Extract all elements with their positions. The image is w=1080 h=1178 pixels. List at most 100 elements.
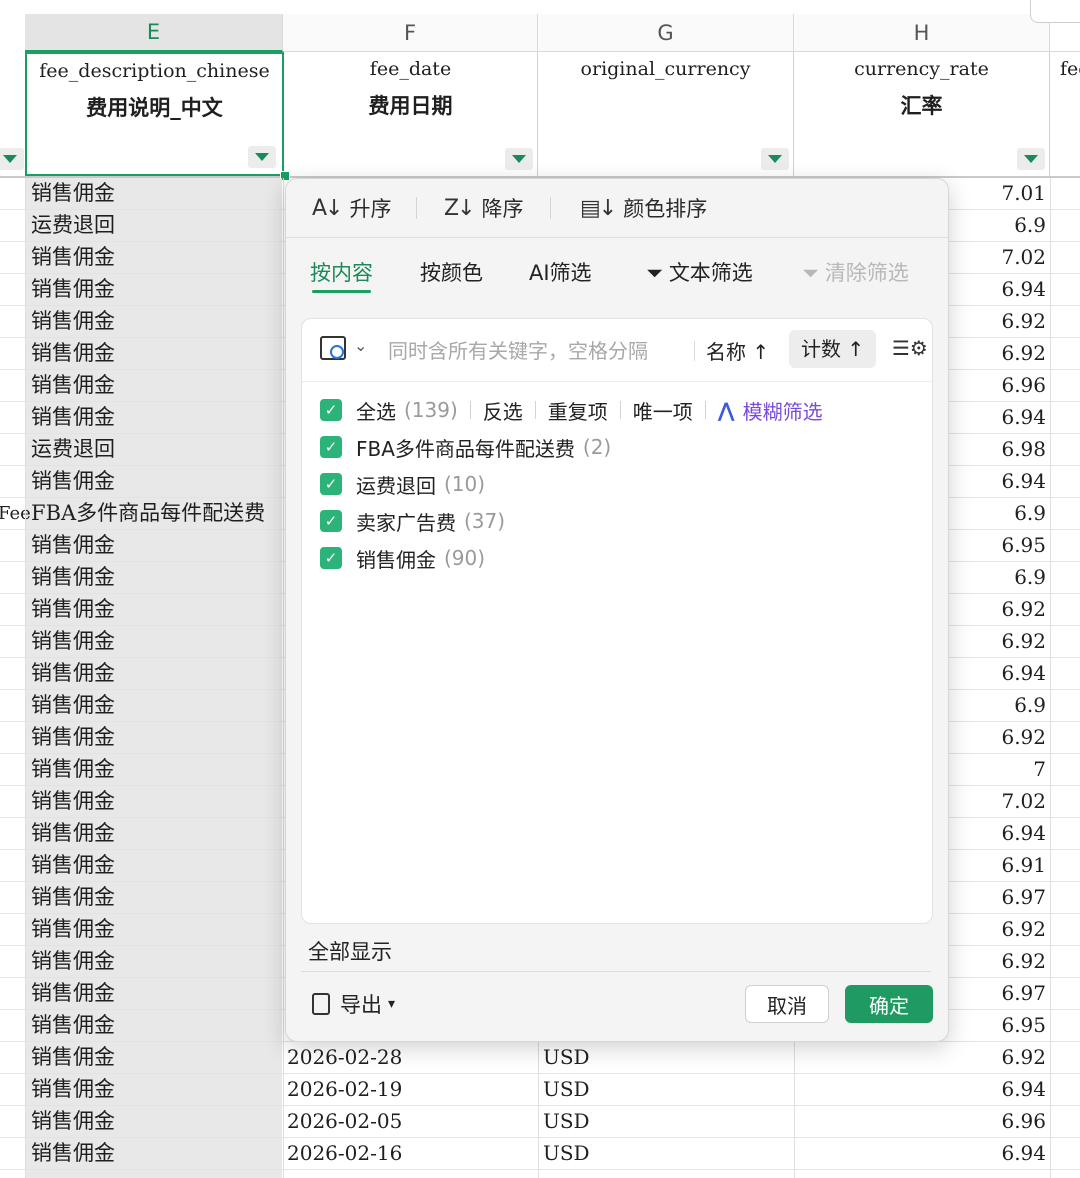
chevron-down-icon[interactable]: ⌄: [354, 336, 367, 355]
cell-fee-description[interactable]: 销售佣金: [31, 914, 115, 945]
filter-dropdown-button[interactable]: [761, 148, 789, 170]
cell-fee-date[interactable]: 2026-02-19: [287, 1074, 402, 1105]
sort-by-name-button[interactable]: 名称 ↑: [706, 336, 769, 365]
fuzzy-filter-button[interactable]: 模糊筛选: [743, 396, 823, 425]
cell-fee-description[interactable]: 销售佣金: [31, 178, 115, 209]
cell-currency-rate[interactable]: 6.96: [1001, 1106, 1046, 1137]
column-header-h[interactable]: H: [794, 14, 1050, 52]
filter-dropdown-button[interactable]: [0, 148, 24, 170]
header-cell-g[interactable]: original_currency: [538, 52, 794, 176]
cell-fee-description[interactable]: 销售佣金: [31, 466, 115, 497]
cell-currency-rate[interactable]: 6.92: [1001, 594, 1046, 625]
cell-fee-description[interactable]: FBA多件商品每件配送费: [31, 498, 265, 529]
filter-item-checkbox[interactable]: ✓: [320, 473, 342, 495]
cell-fee-description[interactable]: 销售佣金: [31, 370, 115, 401]
cell-currency-rate[interactable]: 6.94: [1001, 818, 1046, 849]
header-cell-e[interactable]: fee_description_chinese 费用说明_中文: [25, 52, 284, 176]
cell-currency-rate[interactable]: 7.02: [1001, 242, 1046, 273]
cell-currency-rate[interactable]: 6.92: [1001, 338, 1046, 369]
cell-fee-description[interactable]: 销售佣金: [31, 690, 115, 721]
header-cell-d[interactable]: [0, 52, 25, 176]
tab-clear-filter[interactable]: ⏷ 清除筛选: [802, 257, 909, 287]
column-header-e[interactable]: E: [25, 14, 283, 52]
cell-currency[interactable]: USD: [543, 1138, 590, 1169]
sort-ascending-button[interactable]: A↓ 升序: [312, 191, 391, 225]
cell-currency-rate[interactable]: 6.92: [1001, 306, 1046, 337]
select-unique-button[interactable]: 唯一项: [633, 396, 693, 425]
confirm-button[interactable]: 确定: [845, 985, 933, 1023]
select-all-checkbox[interactable]: ✓: [320, 399, 342, 421]
cell-fee-description[interactable]: 销售佣金: [31, 786, 115, 817]
column-header-f[interactable]: F: [283, 14, 538, 52]
cell-fee-description[interactable]: 销售佣金: [31, 242, 115, 273]
cell-fee-description[interactable]: 销售佣金: [31, 1010, 115, 1041]
cell-fee-date[interactable]: 2026-02-05: [287, 1106, 402, 1137]
filter-item[interactable]: ✓ 销售佣金 (90): [320, 543, 485, 573]
cell-currency-rate[interactable]: 6.9: [1014, 498, 1046, 529]
cell-currency-rate[interactable]: 6.92: [1001, 946, 1046, 977]
filter-item[interactable]: ✓ 运费退回 (10): [320, 469, 485, 499]
cell-fee-description[interactable]: 销售佣金: [31, 594, 115, 625]
list-settings-icon[interactable]: ☰⚙: [892, 336, 928, 360]
cell-fee-description[interactable]: 销售佣金: [31, 1138, 115, 1169]
search-input[interactable]: [386, 333, 690, 369]
filter-item-checkbox[interactable]: ✓: [320, 510, 342, 532]
cell-fee-description[interactable]: 运费退回: [31, 210, 115, 241]
header-cell-h[interactable]: currency_rate 汇率: [794, 52, 1050, 176]
cell-currency-rate[interactable]: 6.94: [1001, 658, 1046, 689]
select-duplicates-button[interactable]: 重复项: [548, 396, 608, 425]
cell-currency[interactable]: USD: [543, 1074, 590, 1105]
filter-item[interactable]: ✓ FBA多件商品每件配送费 (2): [320, 432, 611, 462]
cell-fee-description[interactable]: 销售佣金: [31, 1074, 115, 1105]
cell-fee-date[interactable]: 2026-02-28: [287, 1042, 402, 1073]
cell-currency-rate[interactable]: 6.94: [1001, 1138, 1046, 1169]
filter-dropdown-button[interactable]: [1017, 148, 1045, 170]
cell-currency-rate[interactable]: 6.92: [1001, 1042, 1046, 1073]
cell-fee-description[interactable]: 销售佣金: [31, 882, 115, 913]
tab-text-filter[interactable]: ⏷ 文本筛选: [646, 257, 753, 287]
cell-currency-rate[interactable]: 7.02: [1001, 786, 1046, 817]
cell-currency-rate[interactable]: 6.95: [1001, 530, 1046, 561]
cell-currency-rate[interactable]: 6.9: [1014, 690, 1046, 721]
cell-fee-description[interactable]: 销售佣金: [31, 946, 115, 977]
cell-fee-description[interactable]: 销售佣金: [31, 1042, 115, 1073]
cancel-button[interactable]: 取消: [745, 985, 829, 1023]
cell-fee-description[interactable]: 销售佣金: [31, 274, 115, 305]
cell-currency-rate[interactable]: 7.01: [1001, 178, 1046, 209]
cell-fee-description[interactable]: 销售佣金: [31, 562, 115, 593]
cell-currency-rate[interactable]: 6.97: [1001, 882, 1046, 913]
cell-fee-description[interactable]: 销售佣金: [31, 338, 115, 369]
show-all-button[interactable]: 全部显示: [308, 936, 392, 966]
cell-currency-rate[interactable]: 6.98: [1001, 434, 1046, 465]
cell-currency[interactable]: USD: [543, 1042, 590, 1073]
filter-item-checkbox[interactable]: ✓: [320, 547, 342, 569]
cell-currency-rate[interactable]: 6.9: [1014, 210, 1046, 241]
column-header-g[interactable]: G: [538, 14, 794, 52]
sort-by-count-button[interactable]: 计数 ↑: [789, 330, 877, 368]
cell-fee-description[interactable]: 销售佣金: [31, 530, 115, 561]
cell-fee-description[interactable]: 销售佣金: [31, 402, 115, 433]
cell-currency-rate[interactable]: 6.94: [1001, 402, 1046, 433]
search-scope-icon[interactable]: [320, 336, 346, 360]
cell-fee-description[interactable]: 销售佣金: [31, 818, 115, 849]
cell-currency-rate[interactable]: 7: [1033, 754, 1046, 785]
cell-currency-rate[interactable]: 6.95: [1001, 1010, 1046, 1041]
filter-item[interactable]: ✓ 卖家广告费 (37): [320, 506, 505, 536]
cell-currency-rate[interactable]: 6.96: [1001, 370, 1046, 401]
cell-currency-rate[interactable]: 6.94: [1001, 1074, 1046, 1105]
cell-fee-description[interactable]: 销售佣金: [31, 978, 115, 1009]
cell-fee-description[interactable]: 销售佣金: [31, 626, 115, 657]
tab-ai-filter[interactable]: AI筛选: [529, 257, 592, 287]
filter-dropdown-button[interactable]: [248, 146, 276, 168]
cell-currency-rate[interactable]: 6.92: [1001, 722, 1046, 753]
cell-fee-date[interactable]: 2026-02-16: [287, 1138, 402, 1169]
cell-currency-rate[interactable]: 6.94: [1001, 274, 1046, 305]
cell-currency-rate[interactable]: 6.91: [1001, 850, 1046, 881]
cell-fee-description[interactable]: 销售佣金: [31, 306, 115, 337]
header-cell-i[interactable]: fee: [1050, 52, 1080, 176]
cell-fee-description[interactable]: 销售佣金: [31, 658, 115, 689]
invert-selection-button[interactable]: 反选: [483, 396, 523, 425]
cell-fee-description[interactable]: 销售佣金: [31, 722, 115, 753]
cell-currency-rate[interactable]: 6.97: [1001, 978, 1046, 1009]
filter-item-checkbox[interactable]: ✓: [320, 436, 342, 458]
